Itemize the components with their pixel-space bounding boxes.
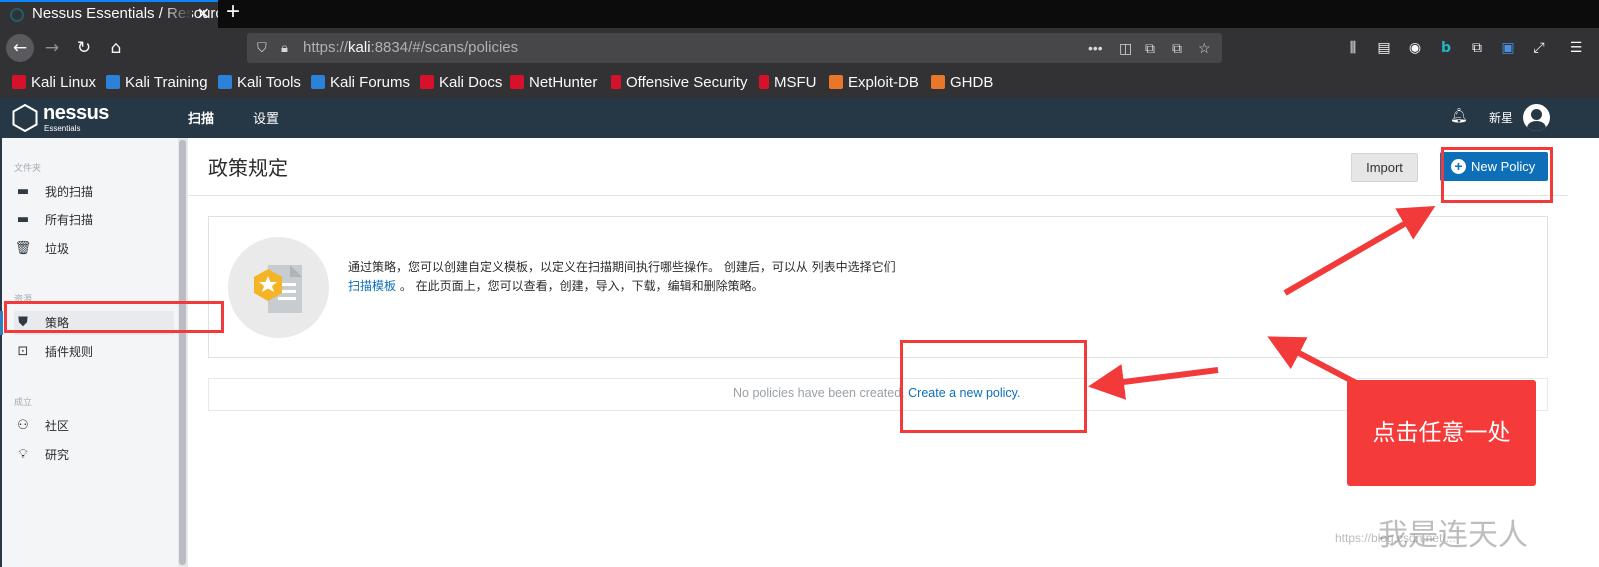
arrow-from-callout: [1267, 336, 1362, 388]
arrow-to-create-link: [1088, 364, 1219, 400]
watermark: 我是连天人: [1378, 518, 1528, 553]
annotation-callout: 点击任意一处: [1347, 380, 1536, 486]
arrow-to-new-policy: [1283, 205, 1436, 296]
